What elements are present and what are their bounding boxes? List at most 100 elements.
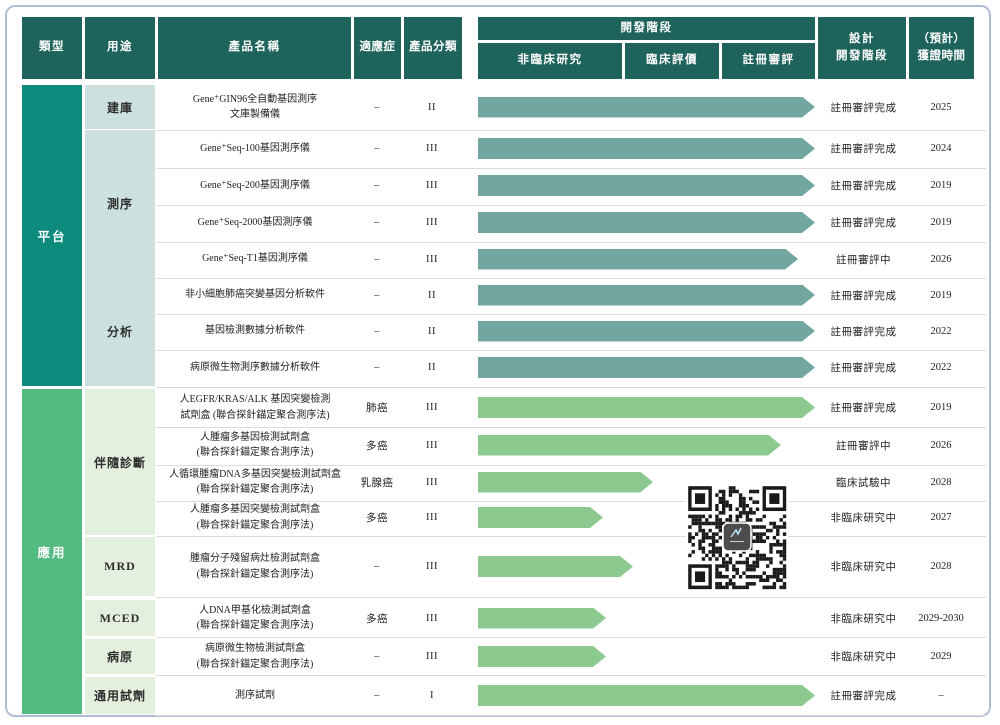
use-group-7: 通用試劑 — [85, 677, 155, 714]
stage-progress-bar — [478, 285, 815, 306]
stage-progress-bar — [478, 321, 815, 342]
design-stage-status: 臨床試驗中 — [818, 464, 909, 500]
product-name-cell: 非小細胞肺癌突變基因分析軟件 — [156, 277, 354, 313]
cert-year: 2026 — [906, 426, 976, 464]
indication-cell: – — [352, 204, 402, 241]
col-header-product-name: 產品名稱 — [158, 17, 351, 79]
product-name-cell: Gene⁺Seq-100基因測序儀 — [156, 130, 354, 167]
cert-year: 2019 — [906, 389, 976, 426]
use-group-0: 建庫 — [85, 85, 155, 129]
use-group-5: MCED — [85, 600, 155, 636]
indication-cell: 多癌 — [352, 426, 402, 464]
product-name-cell: Gene⁺Seq-2000基因測序儀 — [156, 204, 354, 241]
use-group-4: MRD — [85, 537, 155, 596]
design-stage-status: 註冊審評完成 — [818, 167, 909, 204]
indication-cell: – — [352, 537, 402, 596]
design-stage-status: 註冊審評完成 — [818, 130, 909, 167]
indication-cell: – — [352, 639, 402, 674]
indication-cell: – — [352, 277, 402, 313]
classification-cell: III — [402, 167, 462, 204]
classification-cell: III — [402, 389, 462, 426]
design-stage-status: 非臨床研究中 — [818, 537, 909, 596]
stage-progress-bar — [478, 212, 815, 233]
classification-cell: III — [402, 639, 462, 674]
classification-cell: III — [402, 204, 462, 241]
classification-cell: II — [402, 85, 462, 129]
product-name-cell: 病原微生物檢測試劑盒 (聯合探針錨定聚合測序法) — [156, 639, 354, 674]
indication-cell: – — [352, 313, 402, 349]
cert-year: 2028 — [906, 464, 976, 500]
stage-progress-bar — [478, 507, 603, 528]
use-group-6: 病原 — [85, 639, 155, 674]
classification-cell: I — [402, 677, 462, 714]
col-header-nonclinical: 非臨床研究 — [478, 43, 622, 79]
row-divider — [156, 387, 986, 388]
cert-year: 2022 — [906, 313, 976, 349]
design-stage-status: 註冊審評中 — [818, 241, 909, 277]
stage-progress-bar — [478, 556, 633, 577]
cert-year: 2024 — [906, 130, 976, 167]
stage-progress-bar — [478, 472, 653, 493]
product-name-cell: 病原微生物測序數據分析軟件 — [156, 349, 354, 386]
classification-cell: III — [402, 500, 462, 535]
product-name-cell: 人腫瘤多基因檢測試劑盒 (聯合探針錨定聚合測序法) — [156, 426, 354, 464]
indication-cell: 多癌 — [352, 500, 402, 535]
use-group-2: 分析 — [85, 277, 155, 386]
indication-cell: – — [352, 349, 402, 386]
cert-year: 2019 — [906, 204, 976, 241]
stage-progress-bar — [478, 97, 815, 118]
cert-year: 2022 — [906, 349, 976, 386]
stage-progress-bar — [478, 175, 815, 196]
row-divider — [156, 715, 986, 716]
cert-year: 2025 — [906, 85, 976, 129]
classification-cell: III — [402, 464, 462, 500]
design-stage-status: 註冊審評完成 — [818, 313, 909, 349]
product-name-cell: 腫瘤分子殘留病灶檢測試劑盒 (聯合探針錨定聚合測序法) — [156, 537, 354, 596]
classification-cell: III — [402, 130, 462, 167]
design-stage-status: 非臨床研究中 — [818, 500, 909, 535]
col-header-registration: 註冊審評 — [722, 43, 815, 79]
col-header-design-stage: 設計 開發階段 — [818, 17, 906, 79]
classification-cell: II — [402, 277, 462, 313]
stage-progress-bar — [478, 608, 606, 629]
cert-year: – — [906, 677, 976, 714]
indication-cell: – — [352, 167, 402, 204]
product-name-cell: 人循環腫瘤DNA多基因突變檢測試劑盒 (聯合探針錨定聚合測序法) — [156, 464, 354, 500]
cert-year: 2019 — [906, 167, 976, 204]
design-stage-status: 非臨床研究中 — [818, 639, 909, 674]
stage-progress-bar — [478, 435, 781, 456]
stage-progress-bar — [478, 685, 815, 706]
design-stage-status: 註冊審評完成 — [818, 389, 909, 426]
stage-progress-bar — [478, 646, 606, 667]
cert-year: 2027 — [906, 500, 976, 535]
classification-cell: III — [402, 426, 462, 464]
design-stage-status: 註冊審評完成 — [818, 85, 909, 129]
product-name-cell: Gene⁺Seq-200基因測序儀 — [156, 167, 354, 204]
stage-progress-bar — [478, 138, 815, 159]
classification-cell: II — [402, 349, 462, 386]
col-header-classification: 產品分類 — [404, 17, 462, 79]
indication-cell: 肺癌 — [352, 389, 402, 426]
cert-year: 2026 — [906, 241, 976, 277]
design-stage-status: 註冊審評中 — [818, 426, 909, 464]
stage-progress-bar — [478, 357, 815, 378]
type-group-platform: 平台 — [22, 85, 82, 386]
product-name-cell: 基因檢測數據分析軟件 — [156, 313, 354, 349]
col-header-dev-stage: 開發階段 — [478, 17, 815, 40]
design-stage-status: 註冊審評完成 — [818, 277, 909, 313]
product-name-cell: 人EGFR/KRAS/ALK 基因突變檢測 試劑盒 (聯合探針錨定聚合測序法) — [156, 389, 354, 426]
col-header-clinical-eval: 臨床評價 — [625, 43, 719, 79]
product-name-cell: Gene⁺GIN96全自動基因測序 文庫製備儀 — [156, 85, 354, 129]
pipeline-figure: 類型 用途 產品名稱 適應症 產品分類 開發階段 非臨床研究 臨床評價 註冊審評… — [0, 0, 1000, 725]
row-divider — [156, 637, 986, 638]
product-name-cell: 測序試劑 — [156, 677, 354, 714]
product-name-cell: 人DNA甲基化檢測試劑盒 (聯合探針錨定聚合測序法) — [156, 600, 354, 636]
classification-cell: III — [402, 600, 462, 636]
col-header-type: 類型 — [22, 17, 82, 79]
cert-year: 2029 — [906, 639, 976, 674]
stage-progress-bar — [478, 249, 798, 270]
design-stage-status: 註冊審評完成 — [818, 677, 909, 714]
col-header-indication: 適應症 — [354, 17, 401, 79]
cert-year: 2028 — [906, 537, 976, 596]
indication-cell: – — [352, 85, 402, 129]
